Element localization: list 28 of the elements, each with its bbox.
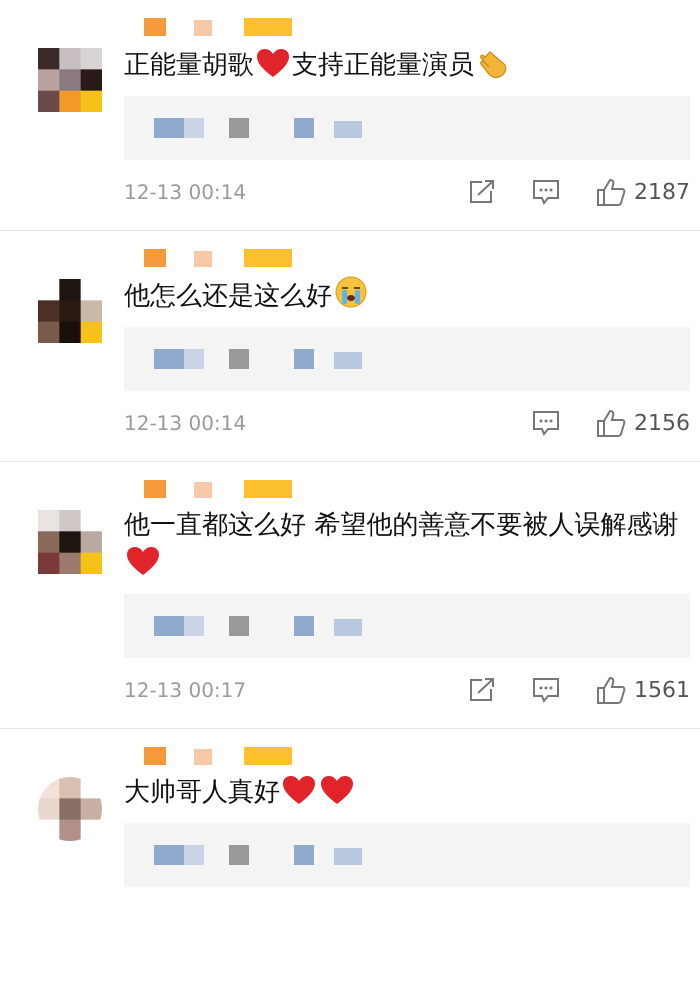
comment-text: 他一直都这么好 希望他的善意不要被人误解感谢 [124,510,678,540]
share-icon[interactable] [468,179,496,205]
thumbs-up-icon[interactable] [596,177,626,207]
pixelated-avatar [38,279,102,343]
comment-icon[interactable] [532,410,560,436]
comment-text: 支持正能量演员 [292,50,474,80]
timestamp: 12-13 00:14 [124,180,246,204]
comment-icon[interactable] [532,677,560,703]
timestamp: 12-13 00:17 [124,678,246,702]
comment-icon[interactable] [532,179,560,205]
thumbs-up-icon[interactable] [596,408,626,438]
pixelated-avatar [38,777,102,841]
heart-icon [282,775,316,805]
heart-icon [256,48,290,78]
comment-text: 正能量胡歌 [124,50,254,80]
crying-face-icon [334,275,368,309]
like-count: 2156 [634,410,690,436]
share-icon[interactable] [468,677,496,703]
heart-icon [126,546,160,576]
pixelated-avatar [38,510,102,574]
like-count: 2187 [634,180,690,204]
comment-text: 大帅哥人真好 [124,777,280,807]
like-count: 1561 [634,678,690,702]
pixelated-avatar [38,48,102,112]
comment-text: 他怎么还是这么好 [124,281,332,311]
heart-icon [320,775,354,805]
timestamp: 12-13 00:14 [124,411,246,435]
thumbs-up-icon[interactable] [596,675,626,705]
